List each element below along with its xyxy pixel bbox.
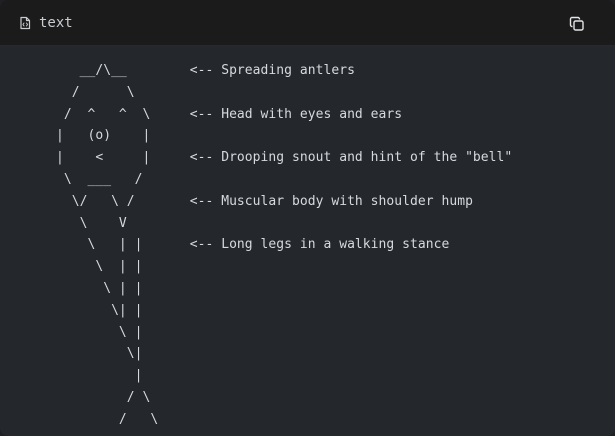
code-block-header: text — [0, 0, 615, 46]
ascii-art-text: __/\__ <-- Spreading antlers / \ / ^ ^ \… — [56, 63, 513, 427]
language-label: text — [39, 15, 73, 31]
copy-button[interactable] — [564, 12, 590, 36]
copy-icon — [569, 16, 584, 31]
code-file-icon — [18, 16, 32, 30]
code-body: __/\__ <-- Spreading antlers / \ / ^ ^ \… — [0, 46, 615, 436]
code-block: text __/\__ <-- Spreading antlers / \ / … — [0, 0, 615, 436]
